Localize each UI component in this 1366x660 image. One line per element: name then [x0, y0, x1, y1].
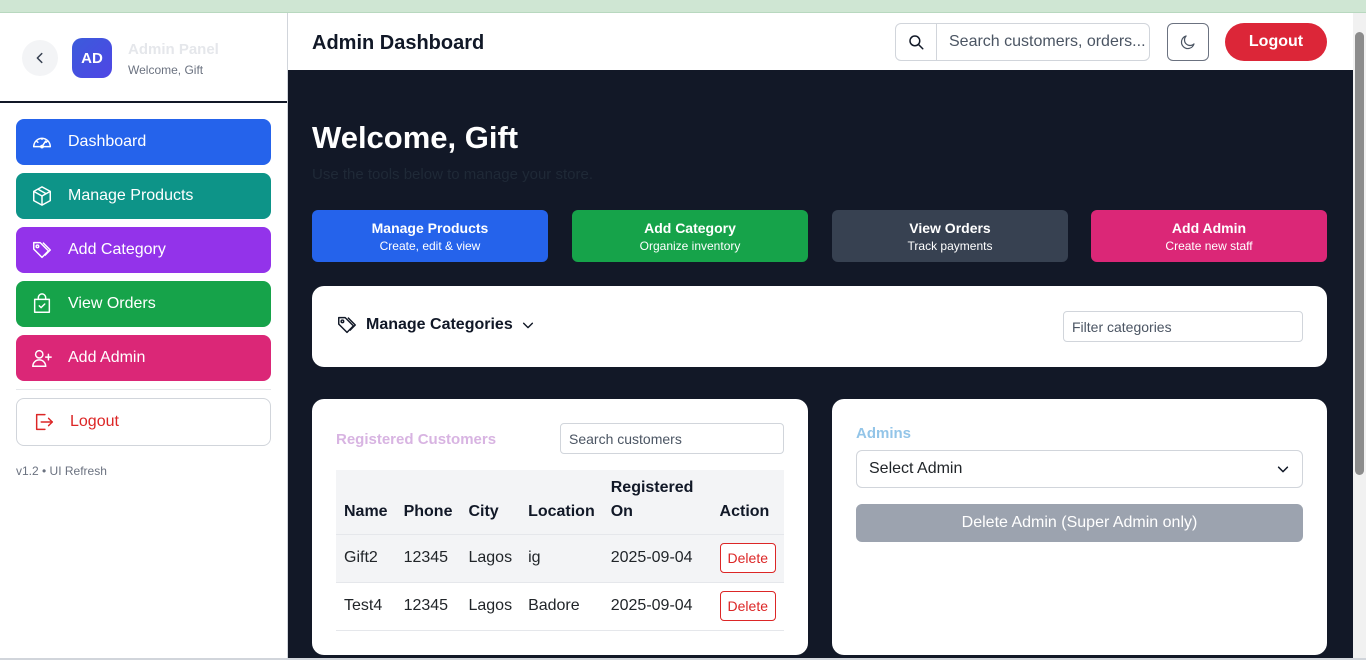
column-header-phone: Phone [395, 470, 461, 534]
admins-title: Admins [856, 425, 912, 442]
sidebar-item-label: View Orders [68, 295, 156, 312]
collapse-sidebar-button[interactable] [22, 40, 58, 76]
quick-action-view-orders[interactable]: View Orders Track payments [832, 210, 1068, 262]
panel-title: Admin Panel [128, 41, 219, 58]
welcome-subtitle: Use the tools below to manage your store… [312, 166, 593, 183]
column-header-action: Action [711, 470, 784, 534]
chevron-left-icon [36, 52, 43, 64]
top-notification-strip [0, 0, 1366, 13]
sidebar: AD Admin Panel Welcome, Gift Dashboard M… [0, 13, 288, 660]
cell-location: Badore [520, 581, 603, 631]
quick-action-add-category[interactable]: Add Category Organize inventory [572, 210, 808, 262]
quick-action-title: Add Category [644, 220, 736, 236]
cell-phone: 12345 [395, 581, 461, 631]
sidebar-header: AD Admin Panel Welcome, Gift [0, 13, 287, 103]
avatar: AD [72, 38, 112, 78]
manage-categories-toggle[interactable]: Manage Categories [336, 314, 535, 336]
global-search [895, 23, 1150, 61]
sidebar-item-add-admin[interactable]: Add Admin [16, 335, 271, 381]
cell-registered-on: 2025-09-04 [602, 581, 712, 631]
delete-customer-button[interactable]: Delete [719, 591, 776, 621]
welcome-heading: Welcome, Gift [312, 120, 519, 155]
column-header-location: Location [520, 470, 603, 534]
table-row: Test4 12345 Lagos Badore 2025-09-04 Dele… [336, 581, 784, 631]
top-header: Admin Dashboard Logout [288, 13, 1366, 70]
quick-action-subtitle: Create, edit & view [379, 239, 481, 253]
page-scrollbar[interactable] [1353, 13, 1366, 660]
sidebar-item-dashboard[interactable]: Dashboard [16, 119, 271, 165]
cell-action: Delete [711, 533, 784, 582]
cell-name: Test4 [336, 581, 396, 631]
sidebar-item-add-category[interactable]: Add Category [16, 227, 271, 273]
column-header-name: Name [336, 470, 396, 534]
panel-subtitle: Welcome, Gift [128, 63, 204, 77]
quick-action-subtitle: Track payments [907, 239, 993, 253]
search-input[interactable] [937, 24, 1147, 60]
cell-city: Lagos [460, 581, 521, 631]
quick-action-title: View Orders [909, 220, 991, 236]
admins-card: Admins Select Admin Delete Admin (Super … [832, 399, 1327, 655]
user-plus-icon [16, 347, 68, 369]
table-header-row: Name Phone City Location Registered On A… [336, 470, 784, 534]
tags-icon [338, 316, 356, 334]
quick-action-manage-products[interactable]: Manage Products Create, edit & view [312, 210, 548, 262]
sidebar-item-label: Add Admin [68, 349, 146, 366]
search-icon[interactable] [896, 24, 937, 60]
scrollbar-thumb[interactable] [1355, 32, 1364, 475]
sidebar-logout-button[interactable]: Logout [16, 398, 271, 446]
column-header-city: City [460, 470, 521, 534]
sidebar-item-label: Add Category [68, 241, 166, 258]
quick-action-subtitle: Organize inventory [639, 239, 741, 253]
select-admin-value: Select Admin [869, 460, 963, 477]
registered-customers-card: Registered Customers Name Phone City Loc… [312, 399, 808, 655]
quick-action-title: Add Admin [1171, 220, 1247, 236]
cell-location: ig [520, 533, 603, 582]
filter-categories-input[interactable] [1063, 311, 1303, 342]
header-logout-button[interactable]: Logout [1225, 23, 1327, 61]
delete-customer-button[interactable]: Delete [719, 543, 776, 573]
main-content: Welcome, Gift Use the tools below to man… [288, 70, 1353, 660]
sidebar-item-label: Dashboard [68, 133, 147, 150]
chevron-down-icon [1277, 466, 1289, 473]
cell-name: Gift2 [336, 533, 396, 582]
sidebar-item-label: Manage Products [68, 187, 194, 204]
column-header-registered-on: Registered On [602, 470, 712, 534]
customers-table: Name Phone City Location Registered On A… [336, 470, 784, 631]
select-admin-dropdown[interactable]: Select Admin [856, 450, 1303, 488]
sidebar-divider [16, 389, 271, 390]
tag-icon [16, 239, 68, 261]
cell-registered-on: 2025-09-04 [602, 533, 712, 582]
sidebar-logout-label: Logout [70, 413, 119, 430]
cell-action: Delete [711, 581, 784, 631]
moon-icon [1180, 35, 1195, 50]
quick-action-add-admin[interactable]: Add Admin Create new staff [1091, 210, 1327, 262]
page-title: Admin Dashboard [312, 32, 485, 54]
cell-phone: 12345 [395, 533, 461, 582]
manage-categories-card: Manage Categories [312, 286, 1327, 367]
customers-title: Registered Customers [336, 431, 497, 448]
search-customers-input[interactable] [560, 423, 784, 454]
chevron-down-icon [522, 322, 533, 329]
sidebar-item-manage-products[interactable]: Manage Products [16, 173, 271, 219]
delete-admin-button[interactable]: Delete Admin (Super Admin only) [856, 504, 1303, 542]
cell-city: Lagos [460, 533, 521, 582]
gauge-icon [16, 131, 68, 153]
box-icon [16, 185, 68, 207]
quick-action-title: Manage Products [371, 220, 489, 236]
version-label: v1.2 • UI Refresh [16, 464, 107, 478]
theme-toggle-button[interactable] [1167, 23, 1209, 61]
table-row: Gift2 12345 Lagos ig 2025-09-04 Delete [336, 533, 784, 582]
manage-categories-title: Manage Categories [366, 316, 513, 333]
bag-icon [16, 293, 68, 315]
sidebar-item-view-orders[interactable]: View Orders [16, 281, 271, 327]
quick-action-subtitle: Create new staff [1165, 239, 1253, 253]
logout-icon [17, 411, 70, 433]
